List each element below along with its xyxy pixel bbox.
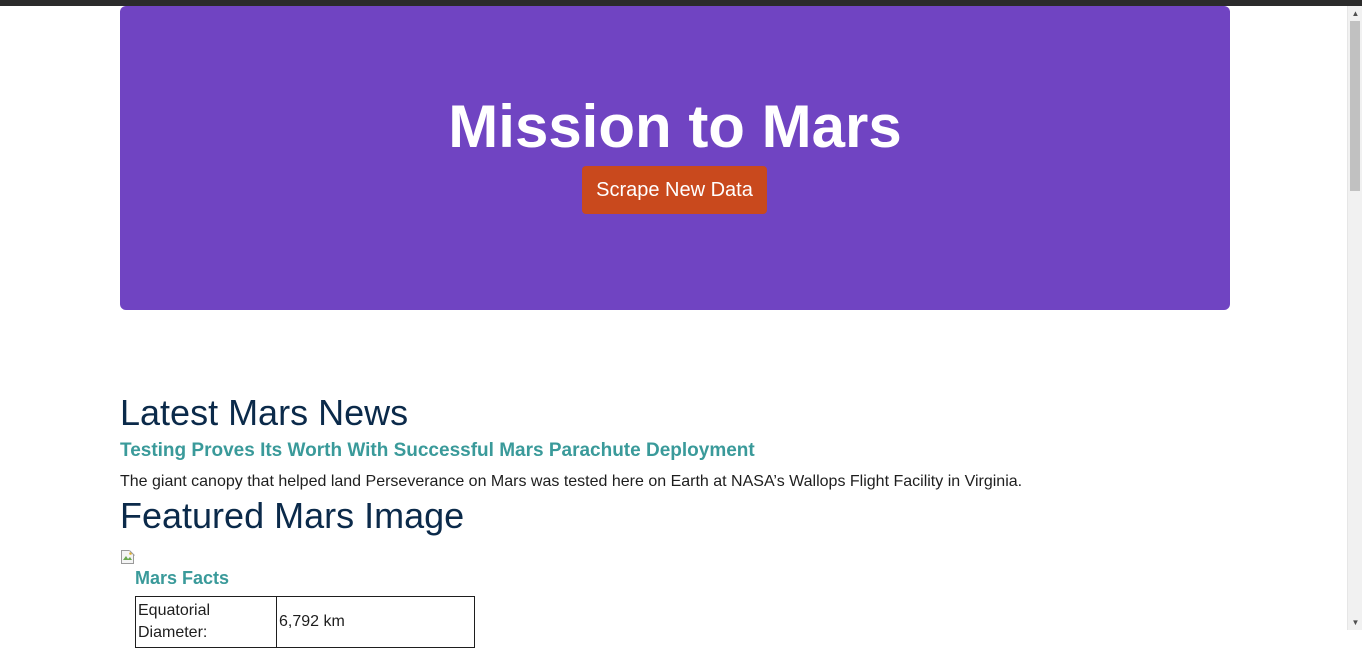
broken-image-icon[interactable]	[120, 549, 136, 565]
page-title: Mission to Mars	[448, 93, 902, 160]
news-title-link[interactable]: Testing Proves Its Worth With Successful…	[120, 438, 755, 464]
latest-news-heading: Latest Mars News	[120, 392, 409, 433]
scroll-up-arrow-icon[interactable]: ▲	[1348, 6, 1362, 21]
news-paragraph: The giant canopy that helped land Persev…	[120, 473, 1023, 490]
table-row: Equatorial Diameter: 6,792 km	[135, 596, 475, 648]
mars-facts-table: Equatorial Diameter: 6,792 km	[135, 596, 475, 648]
featured-image-heading: Featured Mars Image	[120, 495, 465, 536]
fact-label: Equatorial Diameter:	[135, 596, 277, 648]
mars-facts-heading: Mars Facts	[135, 568, 230, 588]
scroll-down-arrow-icon[interactable]: ▼	[1348, 615, 1362, 630]
hero-jumbotron: Mission to Mars Scrape New Data	[120, 6, 1230, 310]
fact-value: 6,792 km	[276, 596, 475, 648]
scrollbar-thumb[interactable]	[1350, 21, 1360, 191]
page-scrollbar[interactable]: ▲ ▼	[1347, 6, 1362, 630]
scrape-new-data-button[interactable]: Scrape New Data	[582, 166, 767, 214]
